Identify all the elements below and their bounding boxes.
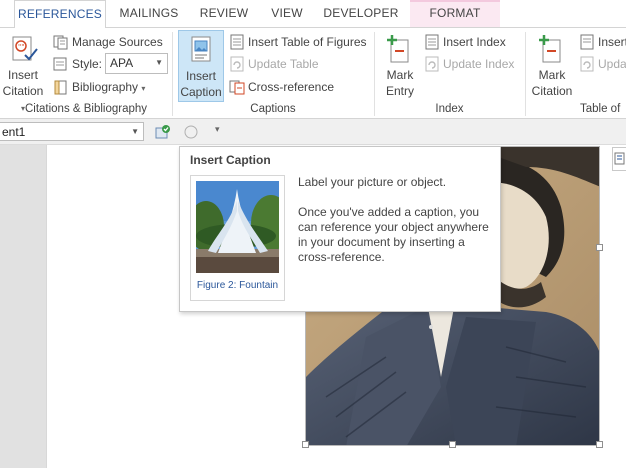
update-toa-icon (580, 56, 594, 72)
mark-citation-label-2: Citation (531, 84, 573, 98)
tab-developer[interactable]: DEVELOPER (319, 0, 403, 27)
cross-reference-icon (229, 80, 245, 95)
quick-toolbar: ent1 ▼ ▾ (0, 119, 626, 145)
customize-toolbar-icon[interactable]: ▾ (215, 124, 220, 135)
mark-entry-button[interactable]: Mark Entry (378, 30, 422, 102)
style-label: Style: (72, 57, 103, 71)
update-index-icon (425, 56, 439, 72)
insert-caption-button[interactable]: Insert Caption (178, 30, 224, 102)
fountain-image (196, 181, 279, 273)
bibliography-icon (54, 80, 67, 95)
group-label-citations: Citations & Bibliography (24, 103, 148, 115)
resize-handle[interactable] (596, 244, 603, 251)
bibliography-label: Bibliography ▾ (72, 80, 146, 94)
chevron-down-icon: ▼ (131, 127, 139, 136)
table-of-figures-icon (230, 34, 244, 50)
insert-caption-icon (191, 36, 211, 62)
insert-toa-icon (580, 34, 594, 50)
tooltip-detail: Once you've added a caption, you can ref… (298, 205, 494, 265)
update-table-label: Update Table (248, 57, 319, 71)
run-macro-icon[interactable] (155, 124, 171, 140)
mark-entry-label: Mark (386, 68, 414, 82)
tooltip-preview-caption: Figure 2: Fountain (196, 280, 279, 291)
ribbon: "" Insert Citation ▾ Manage Sources Styl… (0, 27, 626, 119)
resize-handle[interactable] (449, 441, 456, 448)
tooltip-detail-line: can reference your object anywhere (298, 220, 489, 234)
insert-toa-label: Insert (598, 35, 626, 49)
update-index-label: Update Index (443, 57, 515, 71)
style-icon (53, 57, 67, 71)
manage-sources-label: Manage Sources (72, 35, 163, 49)
insert-caption-tooltip: Insert Caption Figure 2: Fountain Label … (179, 146, 501, 312)
layout-options-button[interactable] (612, 147, 626, 171)
tab-review[interactable]: REVIEW (193, 0, 255, 27)
tooltip-description: Label your picture or object. (298, 175, 447, 189)
group-label-index: Index (435, 103, 464, 115)
tooltip-detail-line: cross-reference. (298, 250, 385, 264)
chevron-down-icon: ▾ (141, 84, 146, 93)
mark-entry-icon (387, 35, 409, 63)
record-icon[interactable] (183, 124, 199, 140)
group-label-captions: Captions (250, 103, 296, 115)
name-box[interactable]: ent1 ▼ (0, 122, 144, 141)
manage-sources-icon (53, 35, 68, 50)
insert-citation-button[interactable]: "" Insert Citation ▾ (0, 30, 46, 113)
update-toa-label: Upda (598, 57, 626, 71)
tooltip-detail-line: Once you've added a caption, you (298, 205, 480, 219)
insert-index-label: Insert Index (443, 35, 506, 49)
insert-citation-label: Insert (7, 68, 38, 82)
tooltip-preview: Figure 2: Fountain (190, 175, 285, 301)
ribbon-tab-bar: REFERENCES MAILINGS REVIEW VIEW DEVELOPE… (0, 0, 626, 28)
tab-format[interactable]: FORMAT (410, 0, 500, 27)
insert-citation-icon: "" (12, 36, 38, 61)
mark-entry-label-2: Entry (385, 84, 414, 98)
mark-citation-icon (539, 35, 561, 63)
resize-handle[interactable] (596, 441, 603, 448)
insert-caption-label: Insert (185, 69, 216, 83)
insert-caption-label-2: Caption (180, 85, 222, 99)
group-label-toa: Table of (580, 103, 621, 115)
svg-text:"": "" (18, 43, 24, 51)
insert-table-of-figures-label: Insert Table of Figures (248, 35, 367, 49)
update-table-icon (230, 56, 244, 72)
resize-handle[interactable] (302, 441, 309, 448)
tab-references[interactable]: REFERENCES (14, 0, 106, 28)
tab-view[interactable]: VIEW (262, 0, 312, 27)
insert-index-icon (425, 34, 439, 50)
tooltip-title: Insert Caption (190, 153, 271, 167)
style-dropdown[interactable]: APA ▼ (105, 53, 168, 74)
tab-mailings[interactable]: MAILINGS (113, 0, 185, 27)
layout-options-icon (614, 152, 625, 165)
mark-citation-label: Mark (538, 68, 566, 82)
name-box-value: ent1 (2, 125, 26, 139)
group-separator (525, 32, 526, 116)
style-value: APA (110, 56, 134, 70)
cross-reference-label: Cross-reference (248, 80, 335, 94)
tooltip-detail-line: in your document by inserting a (298, 235, 465, 249)
chevron-down-icon: ▼ (155, 58, 163, 67)
mark-citation-button[interactable]: Mark Citation (529, 30, 575, 102)
